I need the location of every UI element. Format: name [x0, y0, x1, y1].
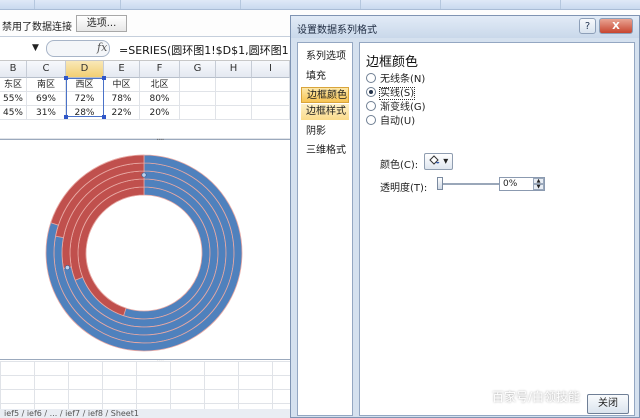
- radio-label: 渐变线(G): [380, 102, 426, 113]
- range-handle[interactable]: [64, 76, 68, 80]
- table-cell[interactable]: 31%: [27, 106, 66, 120]
- panel-heading: 边框颜色: [366, 55, 419, 70]
- range-handle[interactable]: [102, 115, 106, 119]
- dialog-title: 设置数据系列格式: [297, 25, 377, 36]
- table-cell[interactable]: 78%: [104, 92, 140, 106]
- table-cell[interactable]: [216, 78, 252, 92]
- series-selection-handle[interactable]: [141, 172, 147, 178]
- namebox-dropdown-icon[interactable]: ▼: [32, 43, 39, 53]
- nav-item-border-style[interactable]: 边框样式: [301, 104, 349, 120]
- transparency-label: 透明度(T):: [380, 183, 428, 194]
- column-header-i[interactable]: I: [252, 61, 290, 78]
- column-header-d[interactable]: D: [66, 61, 104, 78]
- option-solid-line[interactable]: 实线(S): [366, 87, 416, 101]
- help-button[interactable]: ?: [579, 18, 596, 34]
- radio-solid-line[interactable]: [366, 87, 376, 97]
- watermark: 百家号/白领技能: [492, 390, 581, 404]
- border-color-panel: 边框颜色 无线条(N) 实线(S) 渐变线(G) 自动(U) 颜色(C): ▾ …: [359, 42, 635, 416]
- radio-gradient-line[interactable]: [366, 101, 376, 111]
- table-cell[interactable]: 55%: [0, 92, 27, 106]
- table-cell[interactable]: 69%: [27, 92, 66, 106]
- table-cell[interactable]: [252, 78, 290, 92]
- column-header-g[interactable]: G: [180, 61, 216, 78]
- radio-label: 自动(U): [380, 116, 416, 127]
- message-text: 禁用了数据连接: [2, 22, 72, 33]
- column-header-f[interactable]: F: [140, 61, 180, 78]
- table-cell[interactable]: 22%: [104, 106, 140, 120]
- nav-item-3d-format[interactable]: 三维格式: [301, 143, 349, 159]
- spin-down-icon[interactable]: ▼: [533, 184, 544, 190]
- nav-item-series-options[interactable]: 系列选项: [301, 49, 349, 65]
- close-button[interactable]: 关闭: [587, 394, 629, 414]
- nav-item-border-color[interactable]: 边框颜色: [301, 87, 349, 103]
- paint-bucket-icon: [429, 155, 440, 165]
- table-cell[interactable]: [252, 106, 290, 120]
- chart-resize-handle[interactable]: ....: [156, 133, 165, 143]
- option-no-line[interactable]: 无线条(N): [366, 73, 425, 87]
- dialog-nav: 系列选项 填充 边框颜色 边框样式 阴影 三维格式: [297, 42, 353, 416]
- column-header-b[interactable]: B: [0, 61, 27, 78]
- insert-function-icon[interactable]: fx: [97, 41, 107, 54]
- table-cell[interactable]: [180, 106, 216, 120]
- option-gradient-line[interactable]: 渐变线(G): [366, 101, 426, 115]
- selected-range: [64, 76, 106, 119]
- table-cell[interactable]: [180, 92, 216, 106]
- transparency-slider-thumb[interactable]: [437, 177, 443, 190]
- series-selection-handle[interactable]: [64, 265, 70, 271]
- radio-label: 实线(S): [378, 87, 416, 100]
- dialog-titlebar[interactable]: 设置数据系列格式 ? X: [291, 16, 639, 38]
- column-header-h[interactable]: H: [216, 61, 252, 78]
- nav-item-fill[interactable]: 填充: [301, 69, 349, 85]
- table-cell[interactable]: [216, 92, 252, 106]
- ribbon-strip: [0, 0, 640, 10]
- column-header-c[interactable]: C: [27, 61, 66, 78]
- table-cell[interactable]: 80%: [140, 92, 180, 106]
- color-label: 颜色(C):: [380, 160, 419, 171]
- radio-auto[interactable]: [366, 115, 376, 125]
- table-cell[interactable]: 北区: [140, 78, 180, 92]
- radio-label: 无线条(N): [380, 74, 426, 85]
- table-cell[interactable]: 中区: [104, 78, 140, 92]
- close-icon[interactable]: X: [599, 18, 633, 34]
- table-cell[interactable]: 45%: [0, 106, 27, 120]
- option-auto[interactable]: 自动(U): [366, 115, 415, 129]
- transparency-slider-track[interactable]: [440, 183, 502, 185]
- range-handle[interactable]: [102, 76, 106, 80]
- color-picker-button[interactable]: ▾: [424, 153, 453, 170]
- cell-grid[interactable]: [0, 361, 290, 409]
- table-cell[interactable]: 东区: [0, 78, 27, 92]
- format-series-dialog: 设置数据系列格式 ? X 系列选项 填充 边框颜色 边框样式 阴影 三维格式 边…: [290, 15, 640, 418]
- screen: { "excel": { "message_bar": { "text": "禁…: [0, 0, 640, 418]
- table-cell[interactable]: [252, 92, 290, 106]
- radio-no-line[interactable]: [366, 73, 376, 83]
- nav-item-shadow[interactable]: 阴影: [301, 124, 349, 140]
- table-cell[interactable]: 20%: [140, 106, 180, 120]
- table-cell[interactable]: [216, 106, 252, 120]
- table-cell[interactable]: [180, 78, 216, 92]
- range-handle[interactable]: [64, 115, 68, 119]
- column-header-e[interactable]: E: [104, 61, 140, 78]
- sheet-tabs[interactable]: ief5 / ief6 / ... / ief7 / ief8 / Sheet1: [0, 409, 290, 418]
- table-cell[interactable]: 南区: [27, 78, 66, 92]
- chevron-down-icon: ▾: [443, 156, 449, 167]
- empty-row[interactable]: [0, 120, 290, 139]
- donut-chart[interactable]: [0, 140, 290, 361]
- options-button[interactable]: 选项...: [76, 15, 127, 32]
- chart-area[interactable]: [0, 139, 290, 360]
